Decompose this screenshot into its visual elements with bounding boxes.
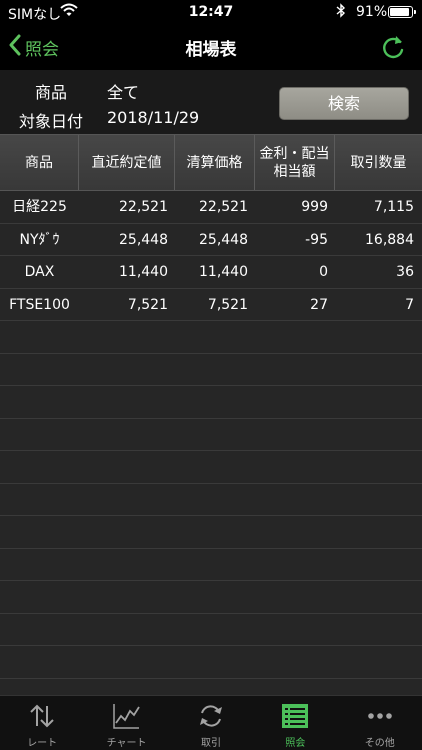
settle-price: 11,440 — [199, 264, 248, 280]
tab-chart[interactable]: チャート — [84, 696, 168, 750]
empty-row — [0, 321, 422, 354]
filter-panel: 商品 全て 対象日付 2018/11/29 検索 — [0, 70, 422, 134]
empty-row — [0, 451, 422, 484]
trade-volume: 16,884 — [365, 231, 414, 248]
settle-price: 7,521 — [207, 296, 248, 313]
tab-label: 照会 — [285, 738, 306, 749]
empty-row — [0, 386, 422, 419]
product-label: 商品 — [35, 83, 68, 102]
column-header-last-price: 直近約定値 — [79, 135, 175, 190]
column-header-interest: 金利・配当 相当額 — [255, 135, 335, 190]
tab-more[interactable]: その他 — [338, 696, 422, 750]
last-price: 11,440 — [119, 264, 168, 280]
tab-rate[interactable]: レート — [0, 696, 84, 750]
last-price: 7,521 — [127, 296, 168, 313]
trade-volume: 36 — [396, 264, 414, 280]
empty-row — [0, 419, 422, 451]
list-icon — [280, 701, 310, 731]
empty-row — [0, 646, 422, 679]
tab-label: レート — [27, 738, 58, 749]
empty-row — [0, 516, 422, 549]
product-value[interactable]: 全て — [107, 79, 139, 103]
refresh-button[interactable] — [378, 33, 408, 63]
status-bar: SIMなし 12:47 91% — [0, 0, 422, 24]
table-header: 商品 直近約定値 清算価格 金利・配当 相当額 取引数量 — [0, 134, 422, 191]
battery-icon — [388, 6, 416, 18]
tab-label: 取引 — [200, 738, 221, 749]
bluetooth-icon — [336, 3, 346, 22]
search-button[interactable]: 検索 — [279, 87, 409, 120]
table-row[interactable]: NYﾀﾞｳ 25,448 25,448 -95 16,884 — [0, 224, 422, 256]
column-header-settle-price: 清算価格 — [175, 135, 255, 190]
tab-inquiry[interactable]: 照会 — [253, 696, 337, 750]
settle-price: 22,521 — [199, 199, 248, 215]
page-title: 相場表 — [185, 40, 237, 60]
trade-volume: 7 — [405, 296, 414, 313]
interest-amount: 27 — [310, 296, 328, 313]
tab-bar: レート チャート 取引 照会 その他 — [0, 695, 422, 750]
tab-trade[interactable]: 取引 — [169, 696, 253, 750]
tab-label: その他 — [364, 738, 395, 749]
table-row[interactable]: FTSE100 7,521 7,521 27 7 — [0, 289, 422, 321]
last-price: 25,448 — [119, 231, 168, 248]
battery-percent: 91% — [356, 4, 388, 20]
column-header-volume: 取引数量 — [350, 154, 407, 171]
trade-volume: 7,115 — [373, 199, 414, 215]
nav-bar: 照会 相場表 — [0, 24, 422, 70]
more-icon — [365, 701, 395, 731]
empty-row — [0, 581, 422, 614]
last-price: 22,521 — [119, 199, 168, 215]
empty-row — [0, 614, 422, 646]
refresh-icon — [378, 36, 408, 67]
product-name: 日経225 — [12, 199, 67, 215]
empty-row — [0, 484, 422, 516]
table-row[interactable]: DAX 11,440 11,440 0 36 — [0, 256, 422, 289]
empty-row — [0, 354, 422, 386]
date-label: 対象日付 — [19, 112, 84, 131]
quote-table: 日経225 22,521 22,521 999 7,115 NYﾀﾞｳ 25,4… — [0, 191, 422, 695]
arrows-updown-icon — [27, 701, 57, 731]
table-row[interactable]: 日経225 22,521 22,521 999 7,115 — [0, 191, 422, 224]
interest-amount: 999 — [301, 199, 328, 215]
line-chart-icon — [111, 701, 141, 731]
product-name: DAX — [24, 264, 55, 280]
refresh-icon — [196, 701, 226, 731]
product-name: NYﾀﾞｳ — [19, 231, 60, 248]
interest-amount: -95 — [305, 231, 328, 248]
tab-label: チャート — [106, 738, 147, 749]
product-name: FTSE100 — [9, 296, 70, 313]
date-value[interactable]: 2018/11/29 — [107, 108, 199, 127]
interest-amount: 0 — [319, 264, 328, 280]
settle-price: 25,448 — [199, 231, 248, 248]
empty-row — [0, 679, 422, 696]
column-header-product: 商品 — [0, 135, 79, 190]
empty-row — [0, 549, 422, 581]
